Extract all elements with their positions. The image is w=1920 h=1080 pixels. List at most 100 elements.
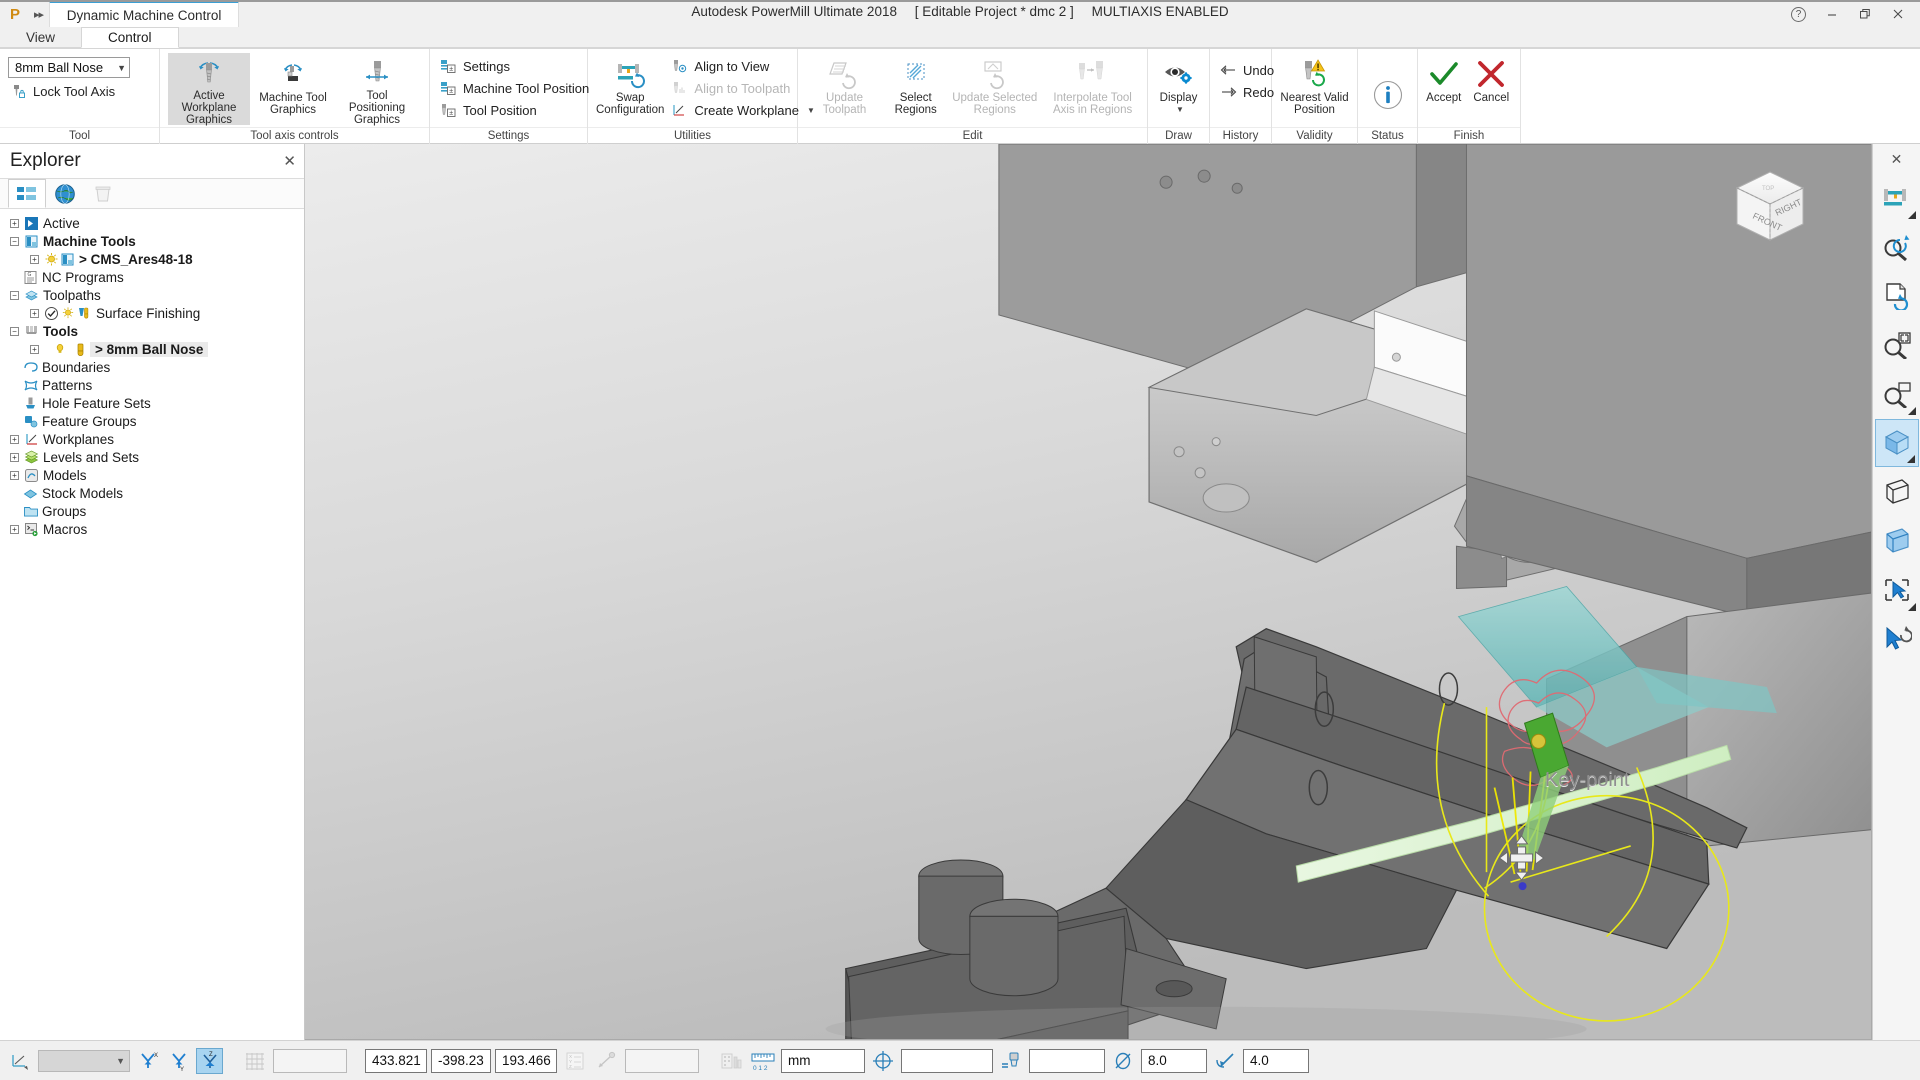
active-workplane-graphics-icon: [192, 56, 226, 90]
status-info-button[interactable]: [1371, 78, 1405, 112]
tree-item-stock-models[interactable]: Stock Models: [0, 484, 304, 502]
wireframe-view-button[interactable]: [1875, 468, 1919, 516]
tree-item-groups[interactable]: Groups: [0, 502, 304, 520]
nearest-valid-position-button[interactable]: Nearest Valid Position: [1277, 53, 1352, 125]
tab-view[interactable]: View: [0, 27, 82, 48]
dropdown-caret-icon[interactable]: [1907, 407, 1916, 415]
machine-tool-graphics-button[interactable]: Machine Tool Graphics: [252, 53, 334, 125]
minimize-button[interactable]: [1815, 2, 1848, 26]
axis-y-button[interactable]: Y: [165, 1048, 192, 1074]
tool-position-button[interactable]: ± Tool Position: [435, 99, 595, 121]
tools-icon: [22, 324, 41, 339]
units-field[interactable]: mm: [781, 1048, 865, 1073]
snap-point-button[interactable]: [593, 1048, 621, 1074]
tool-selector-dropdown[interactable]: 8mm Ball Nose ▼: [8, 57, 130, 78]
zoom-box-button[interactable]: [1875, 370, 1919, 418]
undo-button[interactable]: Undo: [1215, 59, 1280, 81]
expander-icon[interactable]: +: [8, 433, 21, 446]
expander-icon[interactable]: −: [8, 235, 21, 248]
transparent-view-button[interactable]: [1875, 517, 1919, 565]
tree-item-active[interactable]: + Active: [0, 214, 304, 232]
accept-button[interactable]: Accept: [1420, 53, 1468, 125]
quick-access-expand-icon[interactable]: ▸▸: [34, 8, 44, 21]
view-toolbar-close-icon[interactable]: ✕: [1873, 144, 1920, 174]
tree-item-feature-groups[interactable]: Feature Groups: [0, 412, 304, 430]
tree-item-macros[interactable]: + Macros: [0, 520, 304, 538]
tree-item-nc-programs[interactable]: G NC Programs: [0, 268, 304, 286]
machine-tool-position-button[interactable]: ± Machine Tool Position: [435, 77, 595, 99]
select-rotate-button[interactable]: [1875, 615, 1919, 663]
restore-button[interactable]: [1848, 2, 1881, 26]
close-button[interactable]: [1881, 2, 1914, 26]
reset-view-button[interactable]: [1875, 272, 1919, 320]
tab-control[interactable]: Control: [81, 27, 179, 48]
tree-item-workplanes[interactable]: + Workplanes: [0, 430, 304, 448]
tool-field[interactable]: [1029, 1048, 1105, 1073]
origin-field[interactable]: [901, 1048, 993, 1073]
tree-item-8mm-ball-nose[interactable]: + > 8mm Ball Nose: [0, 340, 304, 358]
shaded-view-button[interactable]: [1874, 419, 1919, 467]
tool-positioning-graphics-button[interactable]: Tool Positioning Graphics: [336, 53, 418, 126]
tool-tip-radius-field[interactable]: 4.0: [1243, 1048, 1309, 1073]
viewport-3d[interactable]: Key-point FRONT RIGHT TOP: [305, 144, 1872, 1040]
expander-icon[interactable]: +: [8, 469, 21, 482]
tree-item-boundaries[interactable]: Boundaries: [0, 358, 304, 376]
grid-toggle-button[interactable]: [241, 1048, 269, 1074]
axis-z-button[interactable]: Z: [196, 1047, 223, 1074]
swap-configuration-button[interactable]: Swap Configuration: [594, 53, 666, 125]
expander-icon[interactable]: +: [28, 343, 41, 356]
coordinate-system-button[interactable]: X Y Z: [561, 1048, 589, 1074]
tree-item-tools[interactable]: − Tools: [0, 322, 304, 340]
tree-item-hole-feature-sets[interactable]: Hole Feature Sets: [0, 394, 304, 412]
tree-item-surface-finishing[interactable]: + Surface Finishing: [0, 304, 304, 322]
machine-status-button[interactable]: [717, 1048, 745, 1074]
expander-icon[interactable]: +: [8, 217, 21, 230]
tree-item-levels-and-sets[interactable]: + Levels and Sets: [0, 448, 304, 466]
tree-item-patterns[interactable]: Patterns: [0, 376, 304, 394]
tree-item-models[interactable]: + Models: [0, 466, 304, 484]
select-regions-button[interactable]: Select Regions: [885, 53, 946, 125]
tree-item-machine-tools[interactable]: − Machine Tools: [0, 232, 304, 250]
tool-holder-icon[interactable]: [997, 1048, 1025, 1074]
grid-value-field[interactable]: [273, 1048, 347, 1073]
workplane-axis-icon[interactable]: [6, 1048, 34, 1074]
explorer-world-view-button[interactable]: [46, 179, 84, 208]
view-cube[interactable]: FRONT RIGHT TOP: [1727, 166, 1813, 252]
display-button[interactable]: Display ▼: [1153, 53, 1204, 125]
workplane-combo[interactable]: ▼: [38, 1049, 130, 1072]
cancel-button[interactable]: Cancel: [1468, 53, 1516, 125]
tree-item-cms-ares48-18[interactable]: + > CMS_Ares48-18: [0, 250, 304, 268]
machine-tool-view-button[interactable]: [1875, 174, 1919, 222]
lock-tool-axis-button[interactable]: Lock Tool Axis: [8, 83, 115, 100]
redo-button[interactable]: Redo: [1215, 81, 1280, 103]
document-tab-dynamic-machine-control[interactable]: Dynamic Machine Control: [49, 1, 240, 27]
tree-item-toolpaths[interactable]: − Toolpaths: [0, 286, 304, 304]
expander-icon[interactable]: +: [8, 451, 21, 464]
coordinate-z-field[interactable]: 193.466: [495, 1048, 557, 1073]
ribbon-group-status: Status: [1358, 49, 1418, 144]
settings-button[interactable]: ± Settings: [435, 55, 595, 77]
expander-icon[interactable]: +: [28, 253, 41, 266]
expander-icon[interactable]: +: [8, 523, 21, 536]
dropdown-caret-icon[interactable]: [1907, 603, 1916, 611]
tool-diameter-field[interactable]: 8.0: [1141, 1048, 1207, 1073]
expander-icon[interactable]: −: [8, 325, 21, 338]
chevron-down-icon[interactable]: ▼: [1176, 104, 1184, 116]
refresh-zoom-button[interactable]: [1875, 223, 1919, 271]
coordinate-y-field[interactable]: -398.23: [431, 1048, 491, 1073]
expander-icon[interactable]: +: [28, 307, 41, 320]
dropdown-caret-icon[interactable]: [1906, 455, 1915, 463]
quick-access-toolbar[interactable]: ▸▸: [28, 1, 49, 27]
active-workplane-graphics-button[interactable]: Active Workplane Graphics: [168, 53, 250, 126]
zoom-fit-button[interactable]: [1875, 321, 1919, 369]
explorer-close-icon[interactable]: ✕: [283, 152, 296, 170]
select-box-button[interactable]: [1875, 566, 1919, 614]
expander-icon[interactable]: −: [8, 289, 21, 302]
origin-target-icon[interactable]: [869, 1048, 897, 1074]
dropdown-caret-icon[interactable]: [1907, 211, 1916, 219]
coordinate-x-field[interactable]: 433.821: [365, 1048, 427, 1073]
explorer-tree-view-button[interactable]: [8, 179, 46, 208]
axis-x-button[interactable]: X: [134, 1048, 161, 1074]
snap-value-field[interactable]: [625, 1048, 699, 1073]
help-button[interactable]: ?: [1782, 2, 1815, 26]
